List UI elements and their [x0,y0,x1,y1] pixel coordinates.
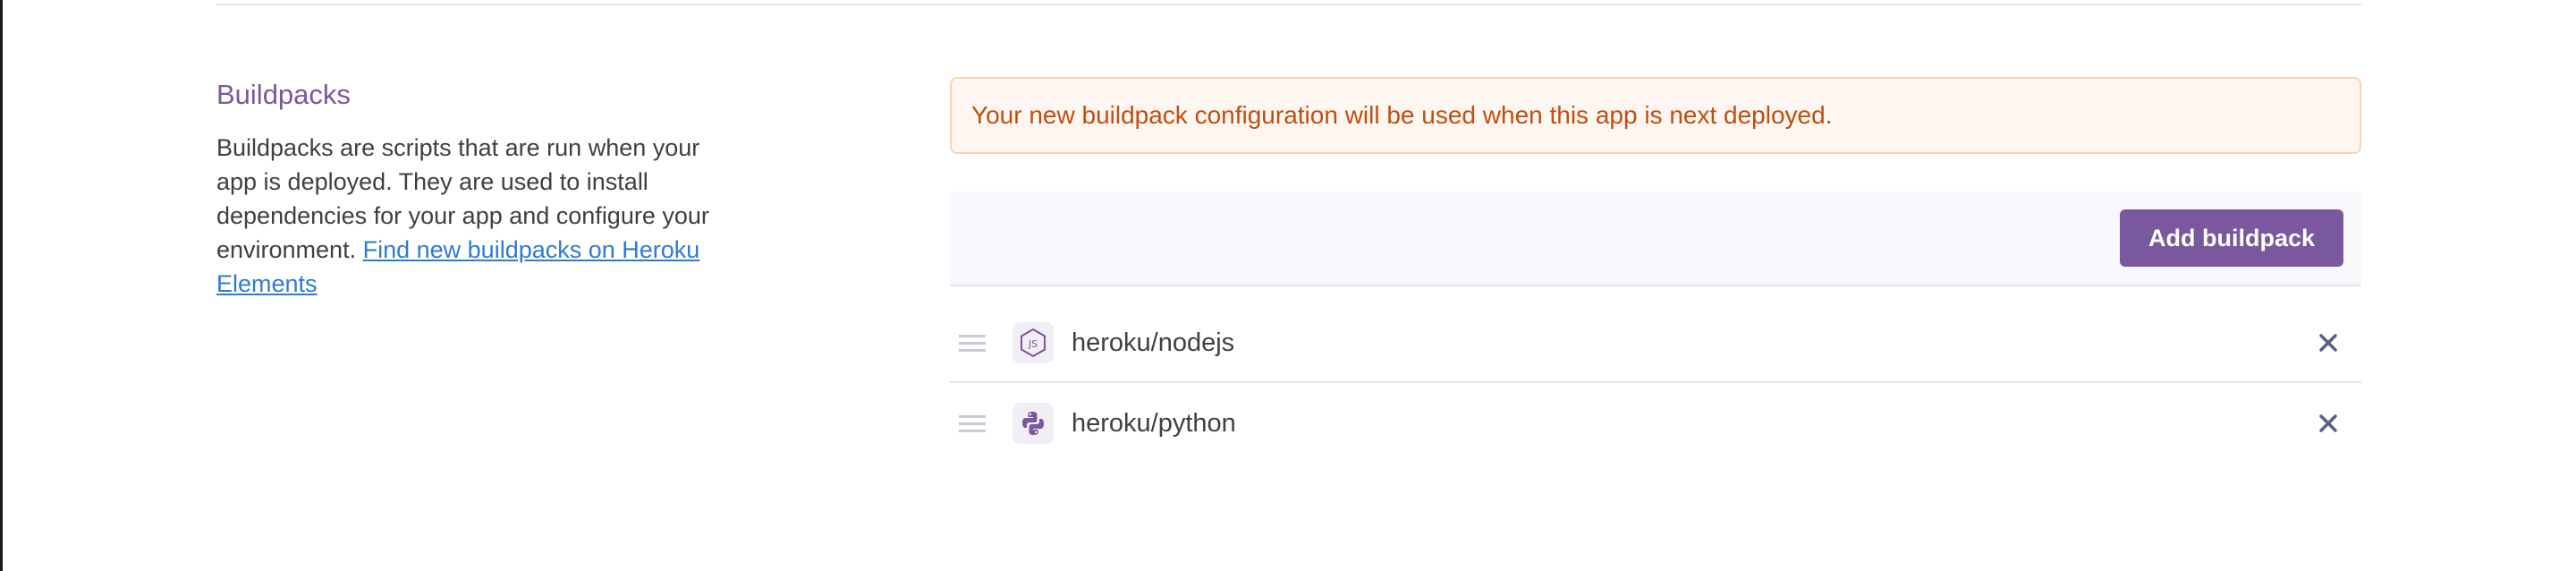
section-title: Buildpacks [216,79,351,110]
drag-handle-icon[interactable] [959,335,986,353]
section-divider [216,4,2363,5]
python-icon [1013,403,1054,444]
section-description: Buildpacks are scripts that are run when… [216,131,717,301]
buildpack-name: heroku/nodejs [1072,328,1235,357]
buildpack-row: JS heroku/nodejs [950,303,2361,383]
nodejs-icon: JS [1013,322,1054,363]
remove-buildpack-icon[interactable] [2315,410,2342,437]
deploy-notice: Your new buildpack configuration will be… [950,77,2361,154]
drag-handle-icon[interactable] [959,415,986,433]
deploy-notice-text: Your new buildpack configuration will be… [971,101,1833,129]
window-edge [0,0,3,571]
remove-buildpack-icon[interactable] [2315,329,2342,356]
buildpack-name: heroku/python [1072,409,1236,438]
svg-text:JS: JS [1028,338,1038,350]
buildpack-row: heroku/python [950,383,2361,464]
add-buildpack-button[interactable]: Add buildpack [2119,209,2343,267]
buildpacks-toolbar: Add buildpack [950,192,2361,286]
